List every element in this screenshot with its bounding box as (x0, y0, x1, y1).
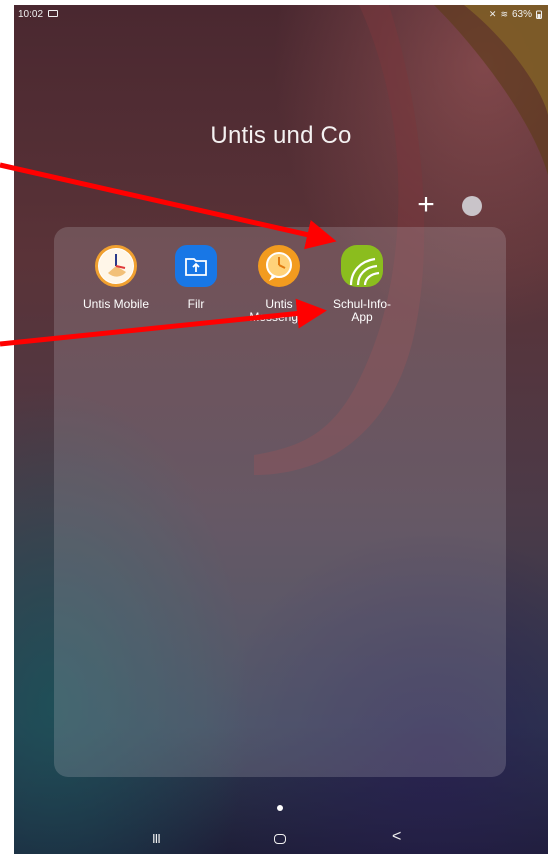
arrow-to-schul-info-label (0, 298, 327, 347)
annotation-arrows (0, 162, 337, 347)
arrow-to-schul-info-icon (0, 162, 337, 250)
